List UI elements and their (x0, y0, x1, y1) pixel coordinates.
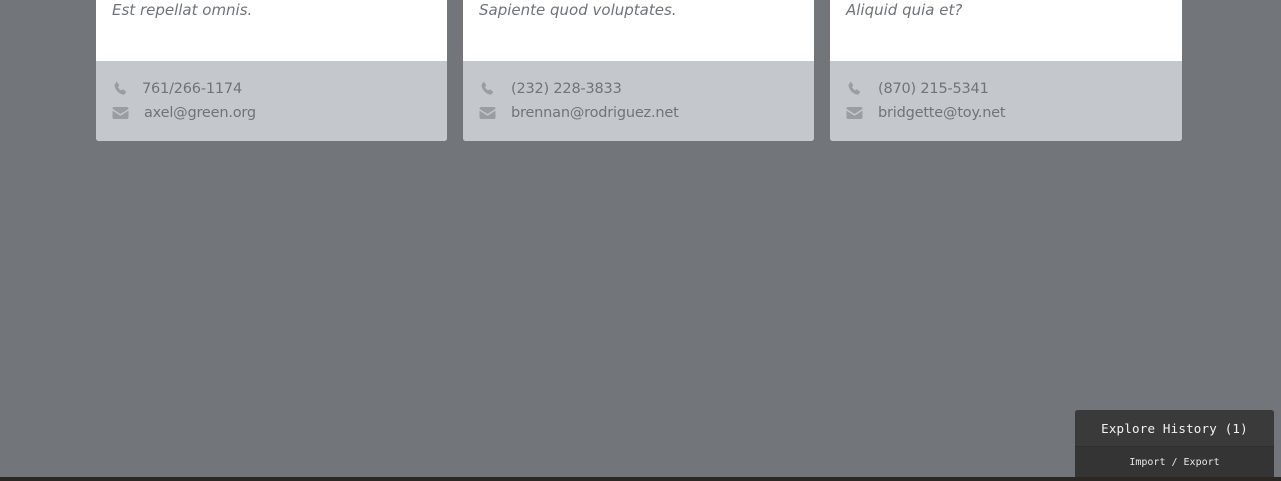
phone-row: (232) 228-3833 (479, 79, 622, 99)
import-export-row: Import / Export (1075, 447, 1274, 477)
card-quote: Aliquid quia et? (846, 1, 963, 19)
envelope-icon (479, 107, 496, 119)
card-contact-footer: (870) 215-5341 bridgette@toy.net (830, 61, 1182, 141)
card-contact-footer: 761/266-1174 axel@green.org (96, 61, 447, 141)
phone-number: (232) 228-3833 (511, 81, 622, 97)
explore-history-button[interactable]: Explore History (1) (1075, 410, 1274, 447)
envelope-icon (112, 107, 129, 119)
contact-card: Est repellat omnis. 761/266-1174 axel@gr… (96, 0, 447, 141)
email-row: axel@green.org (112, 103, 256, 123)
import-export-link[interactable]: Import / Export (1129, 457, 1219, 468)
card-quote-area: Aliquid quia et? (830, 0, 1182, 61)
explore-history-title: Explore History (1) (1101, 420, 1248, 436)
contact-card: Aliquid quia et? (870) 215-5341 bridgett… (830, 0, 1182, 141)
card-quote: Sapiente quod voluptates. (479, 1, 677, 19)
phone-row: 761/266-1174 (112, 79, 242, 99)
contact-card: Sapiente quod voluptates. (232) 228-3833… (463, 0, 814, 141)
phone-row: (870) 215-5341 (846, 79, 989, 99)
email-row: bridgette@toy.net (846, 103, 1006, 123)
envelope-icon (846, 107, 863, 119)
phone-number: 761/266-1174 (142, 81, 242, 97)
explore-history-panel: Explore History (1) Import / Export (1075, 410, 1274, 477)
email-address[interactable]: axel@green.org (144, 103, 256, 123)
phone-icon (114, 82, 126, 95)
phone-number: (870) 215-5341 (878, 81, 989, 97)
card-quote-area: Est repellat omnis. (96, 0, 447, 61)
email-address[interactable]: bridgette@toy.net (878, 103, 1006, 123)
phone-icon (848, 82, 860, 95)
phone-icon (481, 82, 493, 95)
email-address[interactable]: brennan@rodriguez.net (511, 103, 679, 123)
email-row: brennan@rodriguez.net (479, 103, 679, 123)
card-contact-footer: (232) 228-3833 brennan@rodriguez.net (463, 61, 814, 141)
page-background-strip (0, 477, 1281, 481)
card-quote: Est repellat omnis. (112, 1, 253, 19)
card-quote-area: Sapiente quod voluptates. (463, 0, 814, 61)
